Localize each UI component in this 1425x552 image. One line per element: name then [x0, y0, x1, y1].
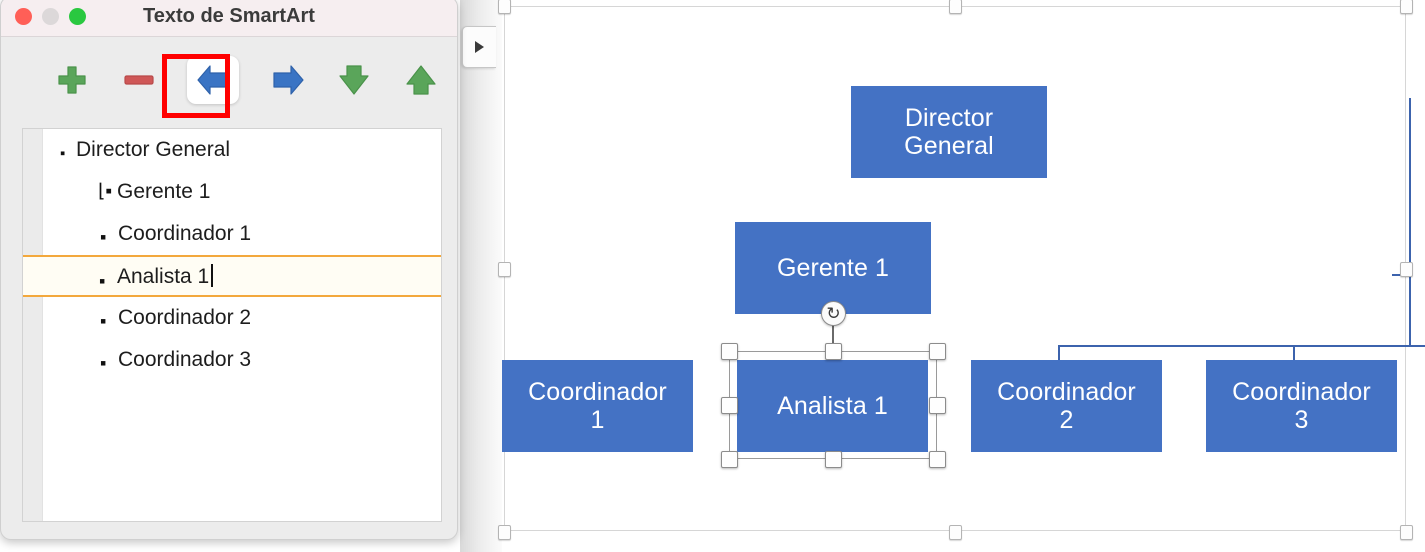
remove-shape-button[interactable]: [120, 61, 158, 99]
shape-selection-box: [721, 343, 946, 468]
frame-handle-top-right[interactable]: [1400, 0, 1413, 14]
bullet-square-icon: ▪: [100, 353, 107, 373]
frame-handle-top-center[interactable]: [949, 0, 962, 14]
arrow-left-icon: [197, 65, 228, 95]
triangle-right-icon: [475, 41, 484, 53]
arrow-right-icon: [273, 65, 304, 95]
frame-handle-top-left[interactable]: [498, 0, 511, 14]
resize-handle-middle-right[interactable]: [929, 397, 946, 414]
list-item-label: Coordinador 1: [118, 222, 252, 245]
smartart-text-list[interactable]: ▪ Director General ⌊▪ Gerente 1 ▪ Coordi…: [22, 128, 442, 522]
canvas-left-shadow: [460, 0, 502, 552]
node-coordinador-3[interactable]: Coordinador 3: [1206, 360, 1397, 452]
node-director-general-label: Director General: [904, 104, 994, 160]
node-coordinador-1[interactable]: Coordinador 1: [502, 360, 693, 452]
demote-button[interactable]: [268, 61, 306, 99]
smartart-selection-frame[interactable]: Director General Gerente 1 Coordinador 1 A…: [498, 0, 1425, 540]
promote-button[interactable]: [187, 56, 239, 104]
rotate-icon[interactable]: ↻: [821, 301, 846, 326]
bullet-assistant-arrow-icon: ⌊▪: [98, 181, 113, 202]
add-shape-button[interactable]: [53, 61, 91, 99]
rotate-glyph: ↻: [826, 304, 841, 323]
titlebar: Texto de SmartArt: [1, 0, 457, 37]
arrow-down-icon: [339, 65, 369, 95]
resize-handle-bottom-right[interactable]: [929, 451, 946, 468]
list-item[interactable]: ▪ Coordinador 2: [23, 297, 441, 339]
connector-director-trunk: [1409, 98, 1411, 347]
list-item[interactable]: ▪ Coordinador 1: [23, 213, 441, 255]
text-cursor: [211, 263, 214, 287]
move-up-button[interactable]: [402, 61, 440, 99]
node-coordinador-2-label: Coordinador 2: [997, 378, 1136, 434]
text-pane-expand-tab[interactable]: [462, 26, 496, 68]
list-item-label: Coordinador 3: [118, 348, 252, 371]
frame-handle-bottom-left[interactable]: [498, 525, 511, 540]
list-item[interactable]: ▪ Director General: [23, 129, 441, 171]
list-item-label: Coordinador 2: [118, 306, 252, 329]
frame-handle-bottom-right[interactable]: [1400, 525, 1413, 540]
smartart-text-pane-window[interactable]: Texto de SmartArt ▪ Director General ⌊▪ …: [0, 0, 458, 540]
arrow-up-icon: [406, 65, 436, 95]
node-coordinador-2[interactable]: Coordinador 2: [971, 360, 1162, 452]
bullet-square-icon: ▪: [99, 271, 106, 291]
list-item[interactable]: ⌊▪ Gerente 1: [23, 171, 441, 213]
list-item-active[interactable]: ▪ Analista 1: [23, 255, 441, 297]
bullet-square-icon: ▪: [100, 311, 107, 331]
node-coordinador-1-label: Coordinador 1: [528, 378, 667, 434]
screen: Director General Gerente 1 Coordinador 1 A…: [0, 0, 1425, 552]
move-down-button[interactable]: [335, 61, 373, 99]
node-gerente-1-label: Gerente 1: [776, 254, 890, 282]
bullet-square-icon: ▪: [100, 227, 107, 247]
resize-handle-bottom-left[interactable]: [721, 451, 738, 468]
text-pane-toolbar: [1, 37, 457, 123]
frame-handle-middle-left[interactable]: [498, 262, 511, 277]
connector-horizontal-bus: [1058, 345, 1425, 347]
resize-handle-top-right[interactable]: [929, 343, 946, 360]
minimize-button[interactable]: [42, 8, 59, 25]
list-item-label: Analista 1: [117, 263, 214, 289]
bullet-square-icon: ▪: [60, 145, 66, 162]
resize-handle-top-center[interactable]: [825, 343, 842, 360]
frame-handle-middle-right[interactable]: [1400, 262, 1413, 277]
resize-handle-bottom-center[interactable]: [825, 451, 842, 468]
node-director-general[interactable]: Director General: [851, 86, 1047, 178]
list-item-label: Gerente 1: [117, 180, 211, 203]
frame-handle-bottom-center[interactable]: [949, 525, 962, 540]
resize-handle-top-left[interactable]: [721, 343, 738, 360]
node-coordinador-3-label: Coordinador 3: [1232, 378, 1371, 434]
close-button[interactable]: [15, 8, 32, 25]
list-item-label: Director General: [76, 138, 231, 161]
list-item[interactable]: ▪ Coordinador 3: [23, 339, 441, 381]
resize-handle-middle-left[interactable]: [721, 397, 738, 414]
smartart-canvas[interactable]: Director General Gerente 1 Coordinador 1 A…: [460, 0, 1425, 552]
zoom-button[interactable]: [69, 8, 86, 25]
